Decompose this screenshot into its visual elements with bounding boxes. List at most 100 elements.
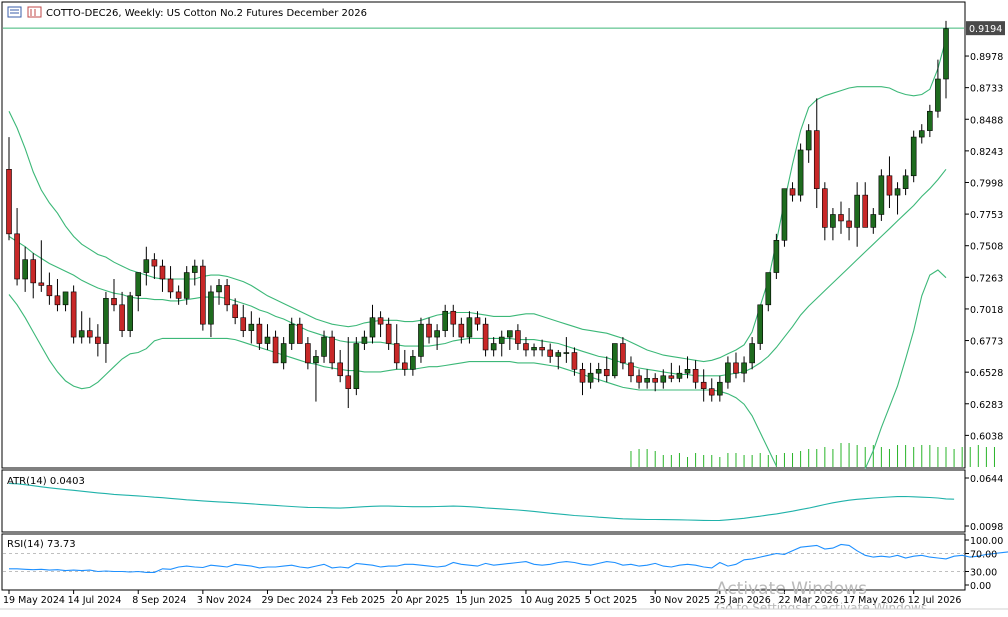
bear-candle	[329, 336, 335, 364]
bear-candle	[636, 375, 642, 383]
bear-candle	[86, 330, 93, 338]
bear-candle	[385, 323, 392, 344]
bull-candle	[717, 381, 723, 396]
price-tick-label: 0.7263	[970, 273, 1003, 284]
bear-candle	[838, 214, 844, 222]
bull-candle	[191, 265, 198, 273]
bull-candle	[878, 175, 885, 215]
rsi-label: RSI(14) 73.73	[7, 539, 76, 550]
bull-candle	[797, 149, 804, 196]
price-tick-label: 0.8243	[970, 147, 1003, 158]
price-axis: 0.8978 0.8733 0.8488 0.8243 0.7998 0.7753 0.75…	[965, 21, 1005, 442]
bear-candle	[256, 323, 263, 344]
bear-candle	[458, 323, 465, 338]
bear-candle	[700, 381, 707, 389]
bear-candle	[402, 362, 408, 370]
bear-candle	[337, 362, 343, 377]
bull-candle	[563, 352, 570, 354]
bear-candle	[54, 295, 61, 306]
bull-candle	[208, 291, 214, 325]
bear-candle	[539, 347, 545, 351]
bear-candle	[652, 378, 659, 383]
time-tick-label: 20 Apr 2025	[391, 595, 450, 606]
bear-candle	[822, 188, 828, 228]
bear-candle	[603, 369, 610, 377]
bear-candle	[579, 369, 586, 383]
bull-candle	[216, 285, 222, 293]
bull-candle	[725, 362, 731, 383]
price-tick-label: 0.7508	[970, 242, 1003, 253]
bull-candle	[555, 352, 562, 357]
bear-candle	[620, 343, 626, 364]
chart-root: 0.8978 0.8733 0.8488 0.8243 0.7998 0.7753 0.75…	[0, 1, 1008, 617]
bear-candle	[111, 298, 117, 306]
atr-panel[interactable]	[1, 469, 966, 533]
time-tick-label: 29 Dec 2024	[261, 595, 322, 606]
bear-candle	[95, 336, 101, 344]
bull-candle	[870, 214, 877, 228]
bear-candle	[272, 336, 279, 364]
bear-candle	[846, 220, 852, 228]
bull-candle	[22, 259, 28, 280]
bull-candle	[280, 343, 287, 364]
bull-candle	[757, 304, 764, 344]
price-tick-label: 0.6038	[970, 431, 1003, 442]
bull-candle	[781, 188, 788, 241]
time-tick-label: 14 Jul 2024	[68, 595, 122, 606]
bull-candle	[183, 272, 190, 299]
symbol-icon[interactable]	[7, 6, 22, 18]
bear-candle	[426, 323, 432, 338]
price-tick-label: 0.6773	[970, 337, 1003, 348]
bull-candle	[498, 336, 505, 344]
atr-label: ATR(14) 0.0403	[7, 476, 85, 487]
price-tick-label: 0.7998	[970, 178, 1003, 189]
bull-candle	[765, 272, 772, 306]
bear-candle	[159, 265, 166, 280]
bull-candle	[143, 259, 150, 273]
bull-candle	[749, 343, 755, 364]
price-tick-label: 0.6283	[970, 400, 1003, 411]
bull-candle	[531, 347, 537, 351]
bear-candle	[377, 317, 384, 325]
bull-candle	[507, 330, 513, 338]
bull-candle	[135, 272, 142, 297]
bear-candle	[240, 317, 247, 331]
price-panel[interactable]	[1, 1, 966, 469]
bull-candle	[902, 175, 909, 189]
bear-candle	[345, 375, 352, 389]
bear-candle	[200, 265, 206, 325]
bear-candle	[474, 317, 481, 325]
rsi-tick-label: 70.00	[970, 550, 997, 561]
bear-candle	[393, 343, 400, 364]
bull-candle	[248, 323, 255, 331]
bear-candle	[862, 194, 869, 228]
bull-candle	[103, 298, 109, 344]
bull-candle	[490, 343, 497, 351]
bull-candle	[854, 194, 860, 228]
atr-tick-label: 0.0098	[970, 522, 1003, 533]
bull-candle	[773, 239, 780, 273]
bull-candle	[894, 188, 901, 196]
bear-candle	[668, 375, 675, 379]
bull-candle	[78, 330, 85, 338]
price-tick-label: 0.7018	[970, 305, 1003, 316]
bull-candle	[361, 336, 368, 344]
bear-candle	[175, 291, 182, 299]
bull-candle	[595, 369, 602, 374]
price-tick-label: 0.6528	[970, 368, 1003, 379]
bull-candle	[62, 291, 69, 306]
bear-candle	[38, 282, 45, 286]
bull-candle	[434, 330, 440, 338]
bull-candle	[684, 369, 691, 374]
bear-candle	[70, 291, 77, 338]
bear-candle	[515, 330, 521, 344]
bull-candle	[612, 343, 618, 377]
watermark-line-1: Activate Windows	[716, 579, 867, 599]
bear-candle	[167, 278, 174, 293]
bear-candle	[305, 343, 311, 364]
bull-candle	[927, 110, 933, 131]
bear-candle	[733, 362, 739, 374]
time-tick-label: 23 Feb 2025	[326, 595, 385, 606]
time-tick-label: 3 Nov 2024	[197, 595, 252, 606]
bull-candle	[935, 78, 941, 112]
